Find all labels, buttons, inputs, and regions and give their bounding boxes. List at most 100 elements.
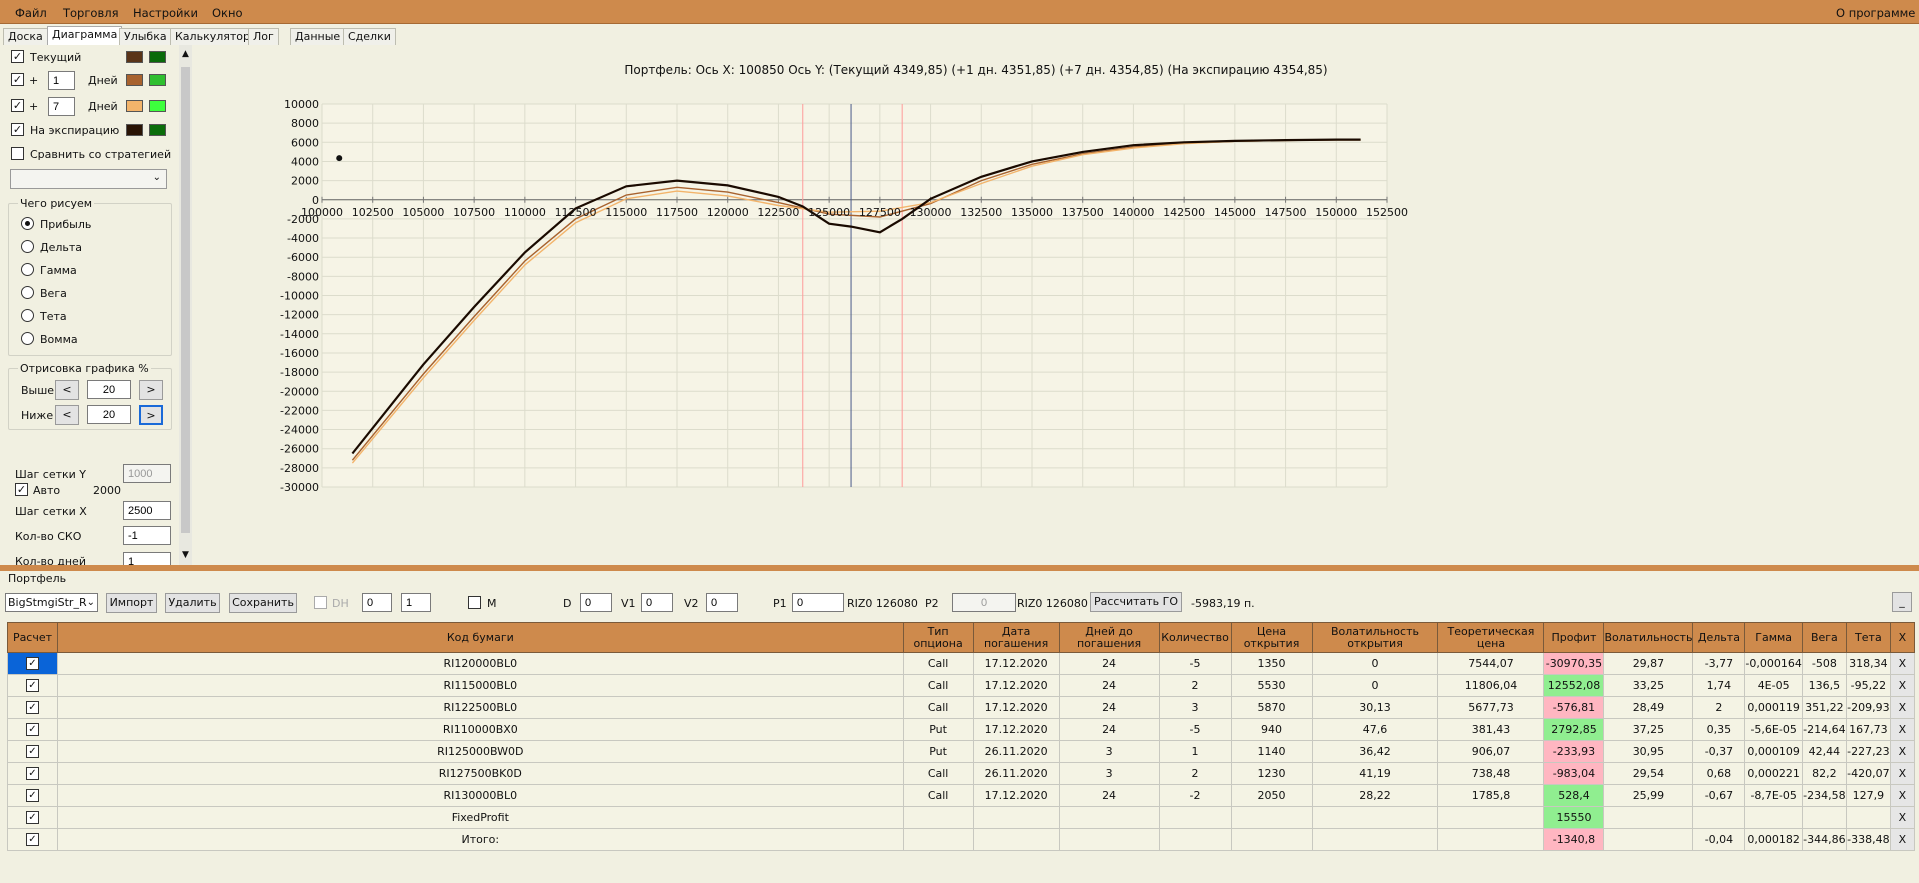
scroll-down-icon[interactable]: ▼ bbox=[182, 550, 189, 560]
remove-row-button[interactable]: X bbox=[1889, 806, 1916, 829]
calc-checkbox[interactable]: ✓ bbox=[25, 767, 39, 781]
current-color-b[interactable] bbox=[149, 51, 166, 63]
above-decrease-button[interactable]: < bbox=[55, 380, 79, 400]
days1-input[interactable] bbox=[48, 71, 75, 90]
column-header[interactable]: Дней до погашения bbox=[1058, 622, 1160, 653]
menu-about[interactable]: О программе bbox=[1836, 6, 1915, 20]
tab-log[interactable]: Лог bbox=[248, 28, 279, 45]
column-header[interactable]: X bbox=[1889, 622, 1916, 653]
days1-color-b[interactable] bbox=[149, 74, 166, 86]
tab-diagram[interactable]: Диаграмма bbox=[47, 26, 123, 45]
calc-cell[interactable]: ✓ bbox=[7, 696, 58, 719]
calc-cell[interactable]: ✓ bbox=[7, 784, 58, 807]
table-row[interactable]: ✓ RI130000BL0 Call 17.12.2020 24 -2 2050 28,22 1… bbox=[7, 784, 1916, 807]
column-header[interactable]: Тип опциона bbox=[902, 622, 974, 653]
calc-cell[interactable]: ✓ bbox=[7, 828, 58, 851]
radio-vomma[interactable] bbox=[21, 332, 34, 345]
column-header[interactable]: Количество bbox=[1158, 622, 1232, 653]
calc-cell[interactable]: ✓ bbox=[7, 740, 58, 763]
days7-input[interactable] bbox=[48, 97, 75, 116]
radio-gamma[interactable] bbox=[21, 263, 34, 276]
column-header[interactable]: Волатильность открытия bbox=[1311, 622, 1439, 653]
remove-row-button[interactable]: X bbox=[1889, 828, 1916, 851]
table-row[interactable]: ✓ RI110000BX0 Put 17.12.2020 24 -5 940 47,6 381,… bbox=[7, 718, 1916, 741]
strategy-select[interactable]: BigStmgiStr_R ⌄ bbox=[5, 593, 98, 612]
current-checkbox[interactable]: ✓ bbox=[11, 50, 24, 63]
column-header[interactable]: Цена открытия bbox=[1230, 622, 1313, 653]
d-input[interactable] bbox=[580, 593, 612, 612]
expiration-color-a[interactable] bbox=[126, 124, 143, 136]
calc-checkbox[interactable]: ✓ bbox=[25, 657, 39, 671]
scroll-up-icon[interactable]: ▲ bbox=[182, 49, 189, 59]
calc-checkbox[interactable]: ✓ bbox=[25, 701, 39, 715]
p2-input[interactable] bbox=[952, 593, 1016, 612]
below-decrease-button[interactable]: < bbox=[55, 405, 79, 425]
column-header[interactable]: Код бумаги bbox=[56, 622, 904, 653]
table-row[interactable]: ✓ RI122500BL0 Call 17.12.2020 24 3 5870 30,13 56… bbox=[7, 696, 1916, 719]
column-header[interactable]: Тета bbox=[1845, 622, 1891, 653]
current-color-a[interactable] bbox=[126, 51, 143, 63]
minimize-button[interactable]: _ bbox=[1892, 592, 1912, 612]
calc-checkbox[interactable]: ✓ bbox=[25, 811, 39, 825]
table-row[interactable]: ✓ RI125000BW0D Put 26.11.2020 3 1 1140 36,42 906… bbox=[7, 740, 1916, 763]
grid-x-input[interactable] bbox=[123, 501, 171, 520]
plus-days7-checkbox[interactable]: ✓ bbox=[11, 99, 24, 112]
expiration-checkbox[interactable]: ✓ bbox=[11, 123, 24, 136]
left-panel-scrollbar[interactable]: ▲ ▼ bbox=[179, 45, 192, 565]
radio-profit[interactable] bbox=[21, 217, 34, 230]
column-header[interactable]: Волатильность bbox=[1603, 622, 1694, 653]
calc-cell[interactable]: ✓ bbox=[7, 674, 58, 697]
above-input[interactable] bbox=[87, 380, 131, 399]
calc-checkbox[interactable]: ✓ bbox=[25, 833, 39, 847]
strategy-compare-select[interactable]: ⌄ bbox=[10, 169, 167, 189]
days7-color-a[interactable] bbox=[126, 100, 143, 112]
remove-row-button[interactable]: X bbox=[1889, 718, 1916, 741]
calc-checkbox[interactable]: ✓ bbox=[25, 789, 39, 803]
auto-checkbox[interactable]: ✓ bbox=[15, 483, 28, 496]
menu-trade[interactable]: Торговля bbox=[63, 6, 118, 20]
plus-days1-checkbox[interactable]: ✓ bbox=[11, 73, 24, 86]
menu-settings[interactable]: Настройки bbox=[133, 6, 198, 20]
grid-y-input[interactable] bbox=[123, 464, 171, 483]
column-header[interactable]: Дата погашения bbox=[972, 622, 1060, 653]
dh-spinner-1[interactable] bbox=[362, 593, 392, 612]
column-header[interactable]: Гамма bbox=[1744, 622, 1803, 653]
calc-cell[interactable]: ✓ bbox=[7, 762, 58, 785]
payoff-chart[interactable]: Портфель: Ось X: 100850 Ось Y: (Текущий … bbox=[192, 45, 1919, 565]
radio-vega[interactable] bbox=[21, 286, 34, 299]
calc-margin-button[interactable]: Рассчитать ГО bbox=[1090, 592, 1182, 612]
tab-board[interactable]: Доска bbox=[3, 28, 48, 45]
below-input[interactable] bbox=[87, 405, 131, 424]
tab-calculator[interactable]: Калькулятор bbox=[170, 28, 255, 45]
tab-data[interactable]: Данные bbox=[290, 28, 346, 45]
dh-checkbox[interactable] bbox=[314, 596, 327, 609]
column-header[interactable]: Теоретическая цена bbox=[1437, 622, 1545, 653]
v2-input[interactable] bbox=[706, 593, 738, 612]
v1-input[interactable] bbox=[641, 593, 673, 612]
calc-checkbox[interactable]: ✓ bbox=[25, 679, 39, 693]
remove-row-button[interactable]: X bbox=[1889, 762, 1916, 785]
remove-row-button[interactable]: X bbox=[1889, 652, 1916, 675]
days1-color-a[interactable] bbox=[126, 74, 143, 86]
remove-row-button[interactable]: X bbox=[1889, 740, 1916, 763]
calc-cell[interactable]: ✓ bbox=[7, 652, 58, 675]
p1-input[interactable] bbox=[792, 593, 844, 612]
table-row[interactable]: ✓ FixedProfit 15550 X bbox=[7, 806, 1916, 829]
table-row[interactable]: ✓ Итого: -1340,8 -0,04 0,000182 -344,86 -338,4… bbox=[7, 828, 1916, 851]
calc-cell[interactable]: ✓ bbox=[7, 806, 58, 829]
tab-deals[interactable]: Сделки bbox=[343, 28, 396, 45]
above-increase-button[interactable]: > bbox=[139, 380, 163, 400]
compare-checkbox[interactable] bbox=[11, 147, 24, 160]
calc-checkbox[interactable]: ✓ bbox=[25, 745, 39, 759]
column-header[interactable]: Дельта bbox=[1692, 622, 1746, 653]
calc-cell[interactable]: ✓ bbox=[7, 718, 58, 741]
table-row[interactable]: ✓ RI120000BL0 Call 17.12.2020 24 -5 1350 0 7544,… bbox=[7, 652, 1916, 675]
days7-color-b[interactable] bbox=[149, 100, 166, 112]
scroll-thumb[interactable] bbox=[181, 67, 190, 533]
calc-checkbox[interactable]: ✓ bbox=[25, 723, 39, 737]
menu-window[interactable]: Окно bbox=[212, 6, 243, 20]
column-header[interactable]: Расчет bbox=[7, 622, 58, 653]
import-button[interactable]: Импорт bbox=[106, 593, 157, 613]
remove-row-button[interactable]: X bbox=[1889, 784, 1916, 807]
tab-smile[interactable]: Улыбка bbox=[119, 28, 172, 45]
